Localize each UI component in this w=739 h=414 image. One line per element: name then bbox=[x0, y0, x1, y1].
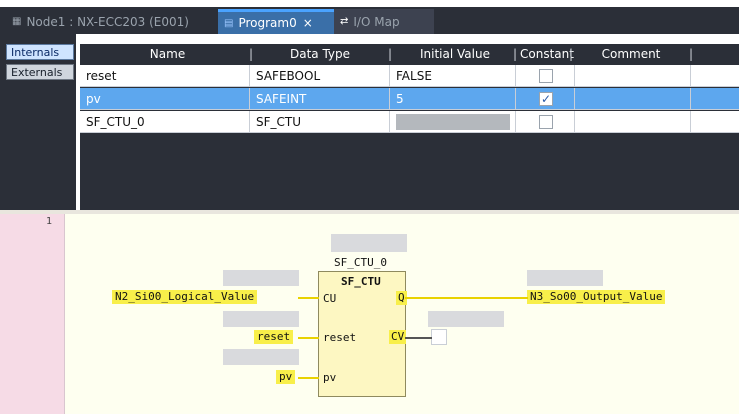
wire-q bbox=[405, 297, 528, 299]
cell-initial-value[interactable]: 5 bbox=[390, 88, 516, 110]
cell-constant bbox=[516, 111, 575, 133]
cell-constant: ✓ bbox=[516, 88, 575, 110]
input-variable-cu[interactable]: N2_Si00_Logical_Value bbox=[112, 290, 258, 304]
input-variable-pv[interactable]: pv bbox=[276, 370, 296, 384]
rung-gutter bbox=[0, 214, 65, 414]
instance-placeholder bbox=[331, 234, 407, 252]
header-comment[interactable]: Comment bbox=[576, 44, 686, 64]
top-strip bbox=[0, 0, 739, 7]
output-variable-q[interactable]: N3_So00_Output_Value bbox=[527, 290, 666, 304]
cell-extra bbox=[691, 111, 739, 133]
tab-program0[interactable]: ▤ Program0 × bbox=[218, 9, 338, 34]
variable-scope-tabs: Internals Externals bbox=[0, 34, 76, 210]
tab-io-map-label: I/O Map bbox=[353, 14, 400, 29]
cell-initial-value bbox=[390, 111, 516, 133]
wire-pv bbox=[298, 377, 319, 379]
wire-cu bbox=[298, 297, 319, 299]
cell-name[interactable]: pv bbox=[80, 88, 250, 110]
cell-comment[interactable] bbox=[575, 65, 691, 87]
output-placeholder bbox=[428, 311, 504, 327]
tab-node1-label: Node1 : NX-ECC203 (E001) bbox=[26, 14, 189, 29]
cell-comment[interactable] bbox=[575, 88, 691, 110]
tab-internals[interactable]: Internals bbox=[6, 44, 74, 60]
rung-number: 1 bbox=[46, 216, 53, 227]
cell-name[interactable]: reset bbox=[80, 65, 250, 87]
input-placeholder bbox=[223, 311, 299, 327]
close-icon[interactable]: × bbox=[303, 16, 313, 30]
tab-node1[interactable]: ▦ Node1 : NX-ECC203 (E001) bbox=[6, 9, 216, 34]
header-separator: | bbox=[387, 47, 393, 61]
header-separator: | bbox=[568, 47, 574, 61]
constant-checkbox[interactable] bbox=[539, 115, 553, 129]
header-constant[interactable]: Constant bbox=[520, 44, 574, 64]
header-data-type[interactable]: Data Type bbox=[255, 44, 385, 64]
table-row[interactable]: SF_CTU_0 SF_CTU bbox=[80, 111, 739, 134]
table-header: Name | Data Type | Initial Value | Const… bbox=[80, 44, 739, 64]
io-map-icon: ⇄ bbox=[340, 16, 349, 27]
input-placeholder bbox=[223, 270, 299, 286]
pin-cv: CV bbox=[389, 330, 407, 344]
tab-io-map[interactable]: ⇄ I/O Map bbox=[334, 9, 434, 34]
tab-externals[interactable]: Externals bbox=[6, 64, 74, 80]
table-row[interactable]: reset SAFEBOOL FALSE bbox=[80, 65, 739, 88]
fb-instance-name[interactable]: SF_CTU_0 bbox=[334, 256, 387, 269]
cell-data-type[interactable]: SAFEINT bbox=[250, 88, 390, 110]
editor-tab-bar: ▦ Node1 : NX-ECC203 (E001) ▤ Program0 × … bbox=[0, 0, 739, 34]
cell-comment[interactable] bbox=[575, 111, 691, 133]
pin-cu: CU bbox=[323, 292, 337, 305]
constant-checkbox[interactable] bbox=[539, 69, 553, 83]
output-placeholder bbox=[527, 270, 603, 286]
header-separator: | bbox=[688, 47, 694, 61]
program-icon: ▤ bbox=[224, 17, 234, 29]
cell-initial-value[interactable]: FALSE bbox=[390, 65, 516, 87]
pin-pv: pv bbox=[323, 371, 337, 384]
header-separator: | bbox=[512, 47, 518, 61]
variable-table: Name | Data Type | Initial Value | Const… bbox=[80, 44, 739, 210]
cell-extra bbox=[691, 65, 739, 87]
node-icon: ▦ bbox=[12, 16, 22, 27]
wire-reset bbox=[298, 337, 319, 339]
header-name[interactable]: Name bbox=[80, 44, 255, 64]
pin-reset: reset bbox=[323, 331, 357, 344]
tab-program0-label: Program0 bbox=[238, 16, 297, 30]
cell-data-type[interactable]: SAFEBOOL bbox=[250, 65, 390, 87]
fb-type-label: SF_CTU bbox=[341, 275, 381, 288]
cell-name[interactable]: SF_CTU_0 bbox=[80, 111, 250, 133]
output-variable-cv[interactable] bbox=[431, 329, 447, 345]
cell-extra bbox=[691, 88, 739, 110]
cell-constant bbox=[516, 65, 575, 87]
wire-cv bbox=[405, 337, 432, 339]
input-placeholder bbox=[223, 349, 299, 365]
disabled-initial-value bbox=[396, 114, 510, 130]
cell-data-type[interactable]: SF_CTU bbox=[250, 111, 390, 133]
header-initial-value[interactable]: Initial Value bbox=[395, 44, 515, 64]
constant-checkbox[interactable]: ✓ bbox=[539, 92, 553, 106]
function-block[interactable]: SF_CTU CU reset pv Q CV bbox=[318, 271, 407, 397]
table-row[interactable]: pv SAFEINT 5 ✓ bbox=[80, 88, 739, 111]
input-variable-reset[interactable]: reset bbox=[254, 330, 294, 344]
